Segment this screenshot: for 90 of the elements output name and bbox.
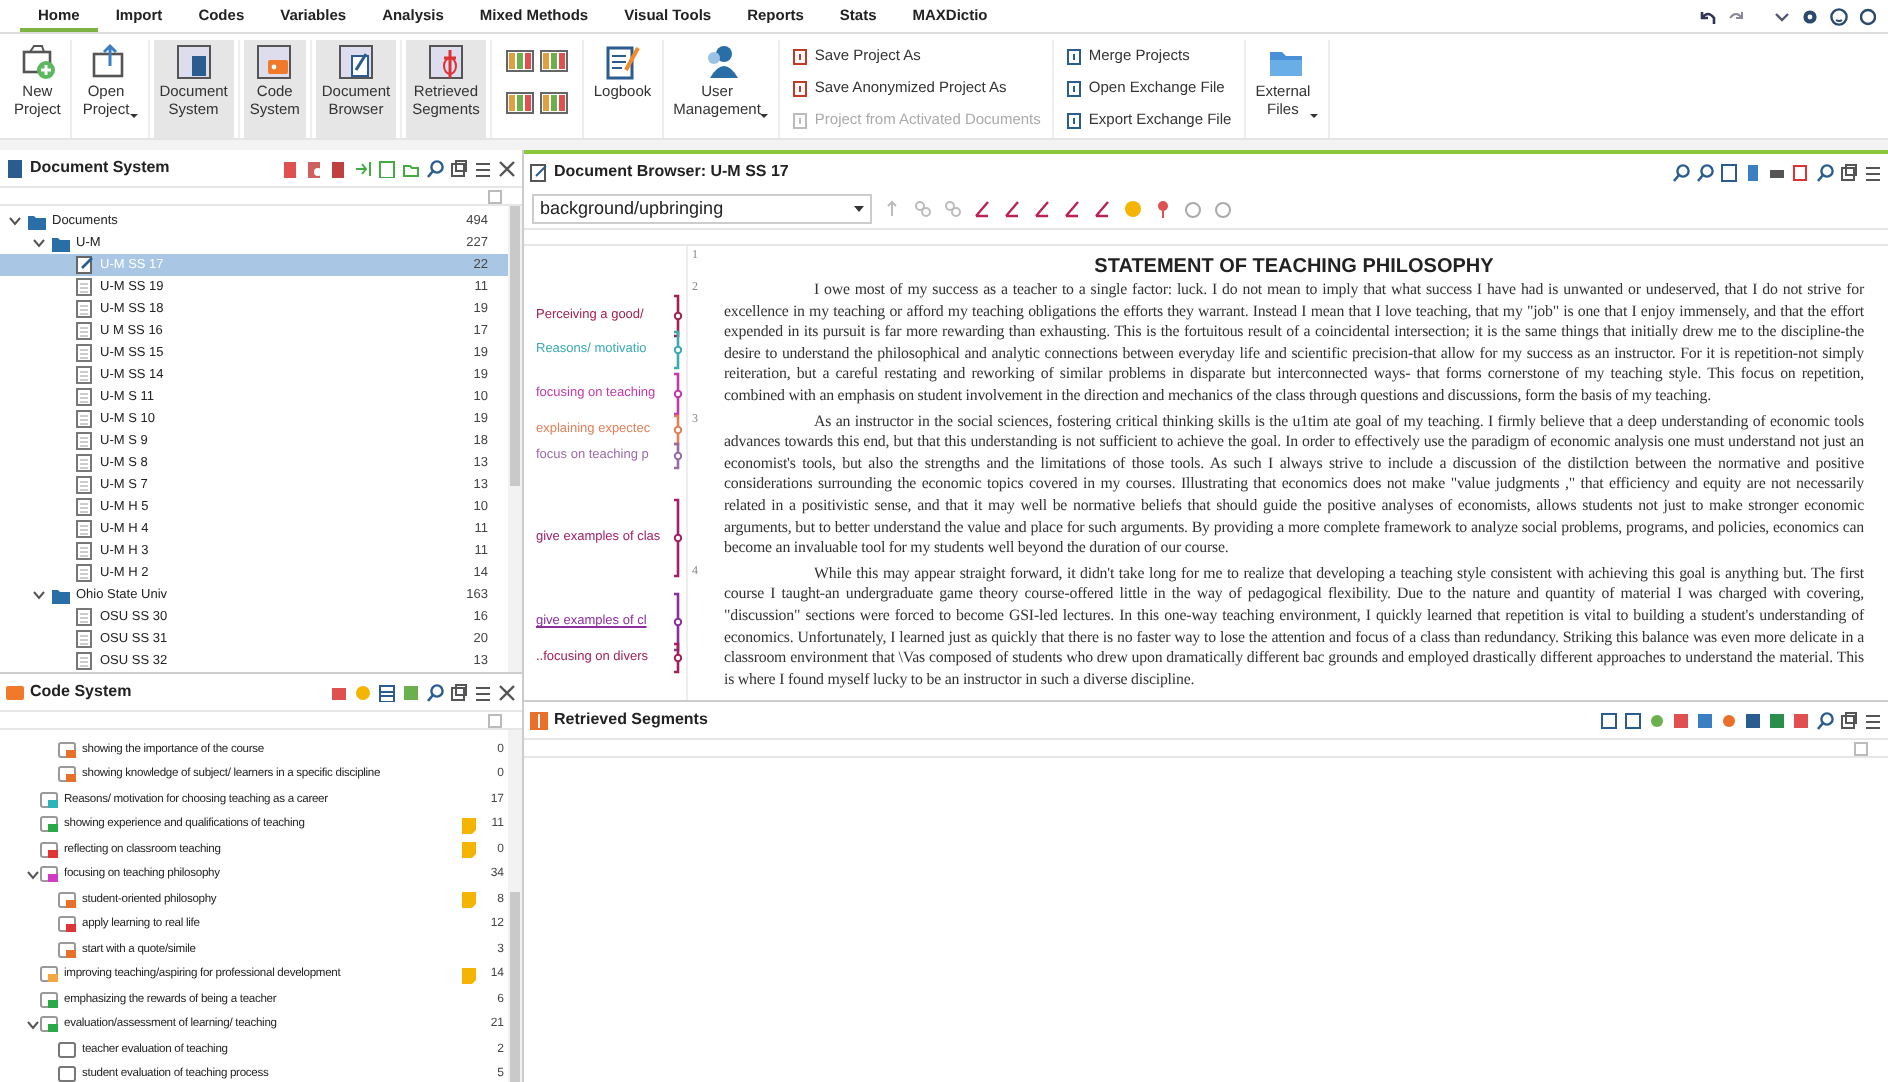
chevron-down-icon[interactable] xyxy=(1774,11,1790,23)
document-icon xyxy=(76,278,94,296)
document-edit-icon xyxy=(76,256,94,274)
checkbox-icon[interactable] xyxy=(488,189,502,203)
segments-panel-icon xyxy=(425,42,466,82)
notebook-icon xyxy=(602,42,643,82)
search-icon[interactable] xyxy=(1696,163,1714,181)
minimize-icon[interactable] xyxy=(1864,163,1882,181)
segment-bracket[interactable] xyxy=(670,442,682,470)
document-icon xyxy=(76,630,94,648)
document-icon xyxy=(76,344,94,362)
file-icon xyxy=(792,111,809,129)
close-icon[interactable] xyxy=(498,159,516,177)
minimize-icon[interactable] xyxy=(474,683,492,701)
close-icon[interactable] xyxy=(498,683,516,701)
panel-title: Code System xyxy=(30,680,132,704)
document-icon xyxy=(76,366,94,384)
highlighter-icon[interactable] xyxy=(1064,200,1082,218)
search-icon[interactable] xyxy=(1816,711,1834,729)
undock-icon[interactable] xyxy=(1840,163,1858,181)
import-icon[interactable] xyxy=(354,159,372,177)
new-project-icon xyxy=(17,42,58,82)
browser-panel-icon xyxy=(335,42,376,82)
document-icon xyxy=(76,454,94,472)
caret-icon xyxy=(760,114,769,118)
panel-title: Document System xyxy=(30,156,170,180)
panel-title: Document Browser: U-M SS 17 xyxy=(554,160,789,184)
document-heading: STATEMENT OF TEACHING PHILOSOPHY xyxy=(1092,254,1496,280)
undock-icon[interactable] xyxy=(450,159,468,177)
file-icon xyxy=(1066,47,1083,65)
caret-icon xyxy=(854,206,864,212)
settings-icon[interactable] xyxy=(1802,8,1818,26)
memo-page-icon[interactable] xyxy=(1744,163,1762,181)
document-icon xyxy=(76,520,94,538)
folder-outline-icon[interactable] xyxy=(402,159,420,177)
search-icon[interactable] xyxy=(426,159,444,177)
document-icon xyxy=(76,564,94,582)
layout-icon[interactable] xyxy=(505,92,534,114)
undo-icon[interactable] xyxy=(1698,9,1716,25)
redo-icon[interactable] xyxy=(1728,9,1746,25)
segment-bracket[interactable] xyxy=(670,498,682,578)
caret-icon xyxy=(1310,114,1319,118)
page-icon[interactable] xyxy=(1720,163,1738,181)
document-icon xyxy=(76,300,94,318)
file-icon xyxy=(792,79,809,97)
layout-icon[interactable] xyxy=(505,50,534,72)
segment-bracket[interactable] xyxy=(670,642,682,674)
file-icon xyxy=(792,47,809,65)
document-icon xyxy=(76,498,94,516)
highlighter-icon[interactable] xyxy=(1004,200,1022,218)
undock-icon[interactable] xyxy=(1840,711,1858,729)
segment-bracket[interactable] xyxy=(670,414,682,446)
folder-icon xyxy=(52,587,70,603)
search-icon[interactable] xyxy=(1672,163,1690,181)
segment-bracket[interactable] xyxy=(670,294,682,338)
caret-icon xyxy=(129,114,138,118)
scrollbar-thumb[interactable] xyxy=(510,206,520,486)
document-edit-icon xyxy=(530,163,548,181)
layout-icon[interactable] xyxy=(539,92,568,114)
search-icon[interactable] xyxy=(1816,163,1834,181)
highlighter-icon[interactable] xyxy=(1034,200,1052,218)
panel-title: Retrieved Segments xyxy=(554,708,708,732)
document-icon xyxy=(76,410,94,428)
document-icon xyxy=(76,432,94,450)
segment-bracket[interactable] xyxy=(670,592,682,652)
document-panel-icon xyxy=(173,42,214,82)
face-icon[interactable] xyxy=(1830,8,1848,26)
document-icon xyxy=(76,388,94,406)
document-icon xyxy=(76,476,94,494)
search-icon[interactable] xyxy=(426,683,444,701)
document-icon xyxy=(6,159,24,177)
minimize-icon[interactable] xyxy=(474,159,492,177)
document-icon xyxy=(76,542,94,560)
undock-icon[interactable] xyxy=(450,683,468,701)
code-icon xyxy=(6,683,24,701)
document-icon xyxy=(76,322,94,340)
document-icon xyxy=(76,652,94,670)
minimize-icon[interactable] xyxy=(1864,711,1882,729)
layout-icon[interactable] xyxy=(539,50,568,72)
highlighter-icon[interactable] xyxy=(1094,200,1112,218)
document-icon xyxy=(76,608,94,626)
highlighter-icon[interactable] xyxy=(974,200,992,218)
checkbox-icon[interactable] xyxy=(1854,741,1868,755)
file-icon xyxy=(1066,79,1083,97)
code-dropdown[interactable]: background/upbringing xyxy=(532,194,872,224)
file-icon xyxy=(1066,111,1083,129)
code-panel-icon xyxy=(254,42,295,82)
segment-bracket[interactable] xyxy=(670,372,682,416)
checkbox-icon[interactable] xyxy=(488,713,502,727)
scrollbar-thumb[interactable] xyxy=(510,891,520,1082)
